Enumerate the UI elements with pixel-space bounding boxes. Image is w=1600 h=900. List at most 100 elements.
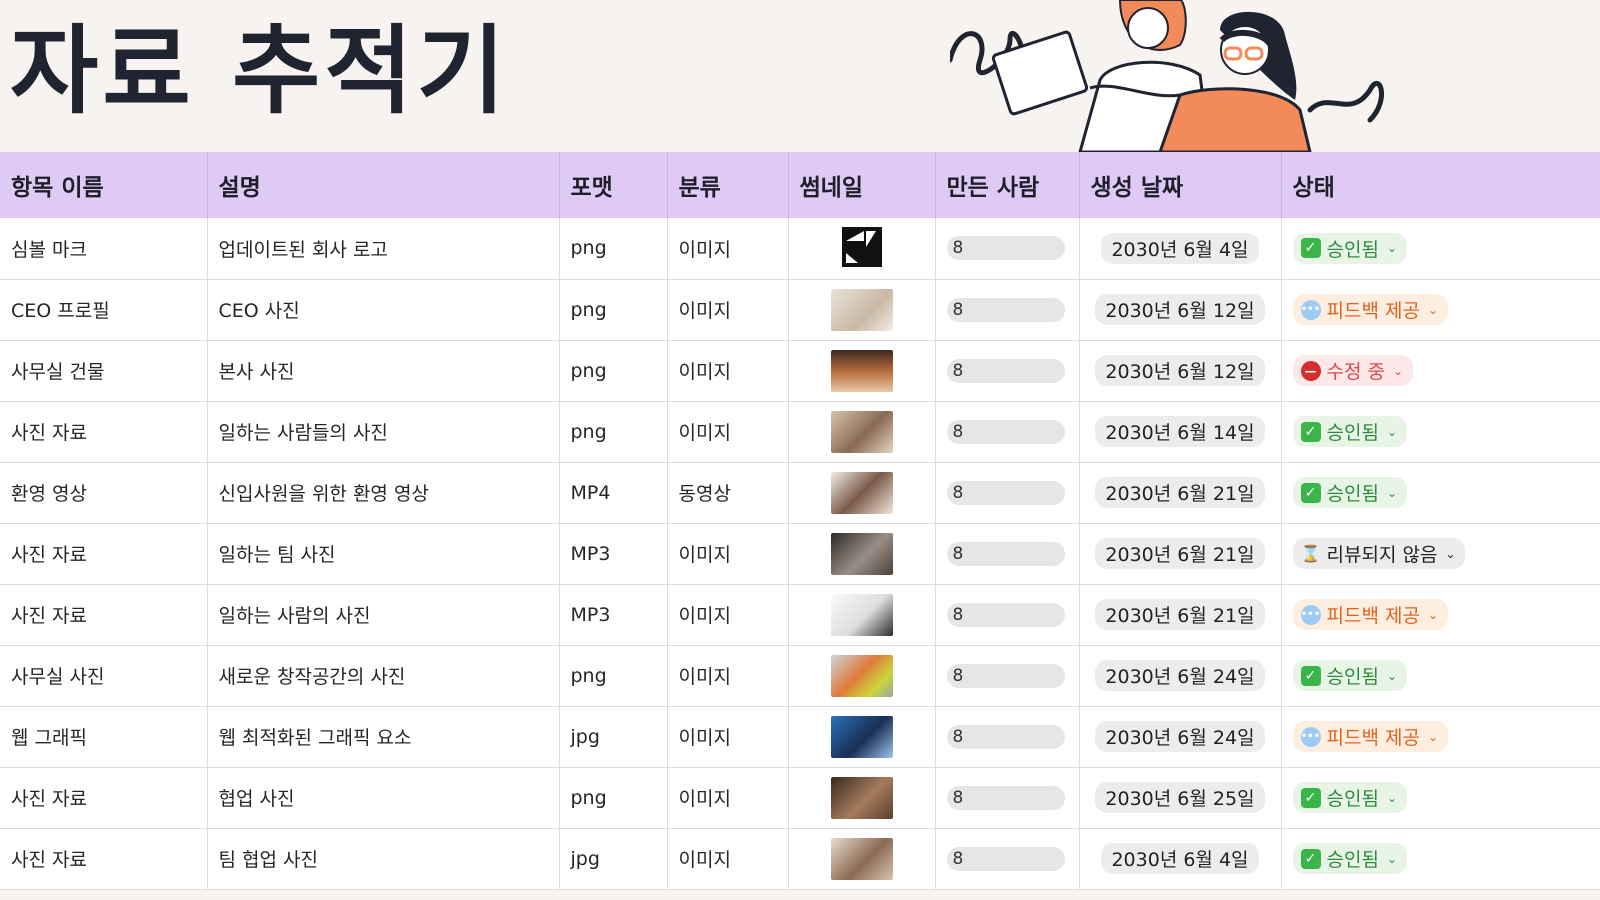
cell-category[interactable]: 이미지 bbox=[667, 828, 789, 890]
cell-thumbnail[interactable] bbox=[788, 218, 936, 280]
cell-status[interactable]: ⌛ 리뷰되지 않음 ⌄ bbox=[1281, 523, 1600, 585]
cell-format[interactable]: png bbox=[559, 401, 668, 463]
creator-pill[interactable]: 8 bbox=[946, 663, 1065, 688]
column-header-category[interactable]: 분류 bbox=[667, 152, 789, 218]
cell-category[interactable]: 동영상 bbox=[667, 462, 789, 524]
column-header-date[interactable]: 생성 날짜 bbox=[1079, 152, 1282, 218]
thumbnail-image[interactable] bbox=[830, 593, 893, 636]
table-row[interactable]: 사무실 건물 본사 사진 png 이미지 8 2030년 6월 12일 — 수정 중 ⌄ bbox=[0, 340, 1600, 402]
cell-format[interactable]: MP4 bbox=[559, 462, 668, 524]
table-row[interactable]: 사진 자료 협업 사진 png 이미지 8 2030년 6월 25일 ✓ 승인됨 ⌄ bbox=[0, 767, 1600, 829]
status-dropdown[interactable]: ✓ 승인됨 ⌄ bbox=[1292, 843, 1408, 874]
cell-category[interactable]: 이미지 bbox=[667, 645, 789, 707]
cell-date[interactable]: 2030년 6월 12일 bbox=[1079, 340, 1282, 402]
creator-pill[interactable]: 8 bbox=[946, 358, 1065, 383]
cell-date[interactable]: 2030년 6월 12일 bbox=[1079, 279, 1282, 341]
creator-pill[interactable]: 8 bbox=[946, 480, 1065, 505]
table-row[interactable]: 사진 자료 일하는 사람들의 사진 png 이미지 8 2030년 6월 14일 ✓ 승인됨 ⌄ bbox=[0, 401, 1600, 463]
thumbnail-image[interactable] bbox=[830, 532, 893, 575]
cell-status[interactable]: ✓ 승인됨 ⌄ bbox=[1281, 828, 1600, 890]
cell-thumbnail[interactable] bbox=[788, 462, 936, 524]
table-row[interactable]: CEO 프로필 CEO 사진 png 이미지 8 2030년 6월 12일 ••• 피드백 제… bbox=[0, 279, 1600, 341]
creator-pill[interactable]: 8 bbox=[946, 236, 1065, 261]
status-dropdown[interactable]: ⌛ 리뷰되지 않음 ⌄ bbox=[1292, 538, 1466, 569]
cell-creator[interactable]: 8 bbox=[935, 645, 1080, 707]
cell-date[interactable]: 2030년 6월 14일 bbox=[1079, 401, 1282, 463]
cell-creator[interactable]: 8 bbox=[935, 218, 1080, 280]
creator-pill[interactable]: 8 bbox=[946, 419, 1065, 444]
cell-thumbnail[interactable] bbox=[788, 401, 936, 463]
cell-category[interactable]: 이미지 bbox=[667, 279, 789, 341]
creator-pill[interactable]: 8 bbox=[946, 541, 1065, 566]
cell-date[interactable]: 2030년 6월 21일 bbox=[1079, 462, 1282, 524]
cell-description[interactable]: 새로운 창작공간의 사진 bbox=[207, 645, 560, 707]
status-dropdown[interactable]: ✓ 승인됨 ⌄ bbox=[1292, 660, 1408, 691]
cell-category[interactable]: 이미지 bbox=[667, 218, 789, 280]
cell-category[interactable]: 이미지 bbox=[667, 706, 789, 768]
cell-status[interactable]: ✓ 승인됨 ⌄ bbox=[1281, 462, 1600, 524]
cell-date[interactable]: 2030년 6월 4일 bbox=[1079, 218, 1282, 280]
cell-format[interactable]: png bbox=[559, 645, 668, 707]
cell-name[interactable]: 사진 자료 bbox=[0, 828, 208, 890]
cell-status[interactable]: ✓ 승인됨 ⌄ bbox=[1281, 767, 1600, 829]
thumbnail-image[interactable] bbox=[830, 288, 893, 331]
cell-status[interactable]: ✓ 승인됨 ⌄ bbox=[1281, 401, 1600, 463]
cell-description[interactable]: CEO 사진 bbox=[207, 279, 560, 341]
cell-name[interactable]: 사진 자료 bbox=[0, 523, 208, 585]
cell-category[interactable]: 이미지 bbox=[667, 523, 789, 585]
cell-date[interactable]: 2030년 6월 21일 bbox=[1079, 584, 1282, 646]
cell-name[interactable]: CEO 프로필 bbox=[0, 279, 208, 341]
status-dropdown[interactable]: ••• 피드백 제공 ⌄ bbox=[1292, 599, 1449, 630]
cell-date[interactable]: 2030년 6월 4일 bbox=[1079, 828, 1282, 890]
table-row[interactable]: 사진 자료 일하는 팀 사진 MP3 이미지 8 2030년 6월 21일 ⌛ 리뷰되지 않음… bbox=[0, 523, 1600, 585]
column-header-status[interactable]: 상태 bbox=[1281, 152, 1600, 218]
column-header-description[interactable]: 설명 bbox=[207, 152, 560, 218]
cell-description[interactable]: 신입사원을 위한 환영 영상 bbox=[207, 462, 560, 524]
cell-creator[interactable]: 8 bbox=[935, 828, 1080, 890]
cell-thumbnail[interactable] bbox=[788, 523, 936, 585]
cell-thumbnail[interactable] bbox=[788, 767, 936, 829]
thumbnail-image[interactable] bbox=[830, 471, 893, 514]
cell-category[interactable]: 이미지 bbox=[667, 767, 789, 829]
cell-name[interactable]: 사진 자료 bbox=[0, 767, 208, 829]
status-dropdown[interactable]: ✓ 승인됨 ⌄ bbox=[1292, 782, 1408, 813]
cell-name[interactable]: 사무실 사진 bbox=[0, 645, 208, 707]
cell-name[interactable]: 사무실 건물 bbox=[0, 340, 208, 402]
cell-date[interactable]: 2030년 6월 21일 bbox=[1079, 523, 1282, 585]
cell-thumbnail[interactable] bbox=[788, 584, 936, 646]
cell-description[interactable]: 일하는 팀 사진 bbox=[207, 523, 560, 585]
table-row[interactable]: 사진 자료 팀 협업 사진 jpg 이미지 8 2030년 6월 4일 ✓ 승인됨 ⌄ bbox=[0, 828, 1600, 890]
cell-status[interactable]: ••• 피드백 제공 ⌄ bbox=[1281, 279, 1600, 341]
column-header-creator[interactable]: 만든 사람 bbox=[935, 152, 1080, 218]
cell-creator[interactable]: 8 bbox=[935, 706, 1080, 768]
table-row[interactable]: 환영 영상 신입사원을 위한 환영 영상 MP4 동영상 8 2030년 6월 21일 ✓ 승… bbox=[0, 462, 1600, 524]
cell-name[interactable]: 웹 그래픽 bbox=[0, 706, 208, 768]
cell-creator[interactable]: 8 bbox=[935, 279, 1080, 341]
creator-pill[interactable]: 8 bbox=[946, 846, 1065, 871]
cell-thumbnail[interactable] bbox=[788, 340, 936, 402]
cell-name[interactable]: 사진 자료 bbox=[0, 584, 208, 646]
cell-format[interactable]: jpg bbox=[559, 828, 668, 890]
status-dropdown[interactable]: ••• 피드백 제공 ⌄ bbox=[1292, 294, 1449, 325]
cell-format[interactable]: png bbox=[559, 218, 668, 280]
cell-thumbnail[interactable] bbox=[788, 279, 936, 341]
cell-status[interactable]: ••• 피드백 제공 ⌄ bbox=[1281, 706, 1600, 768]
cell-description[interactable]: 일하는 사람의 사진 bbox=[207, 584, 560, 646]
cell-format[interactable]: png bbox=[559, 767, 668, 829]
cell-description[interactable]: 본사 사진 bbox=[207, 340, 560, 402]
cell-description[interactable]: 업데이트된 회사 로고 bbox=[207, 218, 560, 280]
cell-status[interactable]: ✓ 승인됨 ⌄ bbox=[1281, 645, 1600, 707]
cell-description[interactable]: 협업 사진 bbox=[207, 767, 560, 829]
cell-category[interactable]: 이미지 bbox=[667, 340, 789, 402]
cell-description[interactable]: 일하는 사람들의 사진 bbox=[207, 401, 560, 463]
column-header-name[interactable]: 항목 이름 bbox=[0, 152, 208, 218]
thumbnail-image[interactable] bbox=[830, 776, 893, 819]
thumbnail-image[interactable] bbox=[830, 715, 893, 758]
table-row[interactable]: 사진 자료 일하는 사람의 사진 MP3 이미지 8 2030년 6월 21일 ••• 피드백… bbox=[0, 584, 1600, 646]
thumbnail-image[interactable] bbox=[830, 837, 893, 880]
table-row[interactable]: 사무실 사진 새로운 창작공간의 사진 png 이미지 8 2030년 6월 24일 ✓ 승인… bbox=[0, 645, 1600, 707]
thumbnail-image[interactable] bbox=[830, 349, 893, 392]
cell-thumbnail[interactable] bbox=[788, 828, 936, 890]
cell-creator[interactable]: 8 bbox=[935, 462, 1080, 524]
thumbnail-image[interactable] bbox=[830, 410, 893, 453]
